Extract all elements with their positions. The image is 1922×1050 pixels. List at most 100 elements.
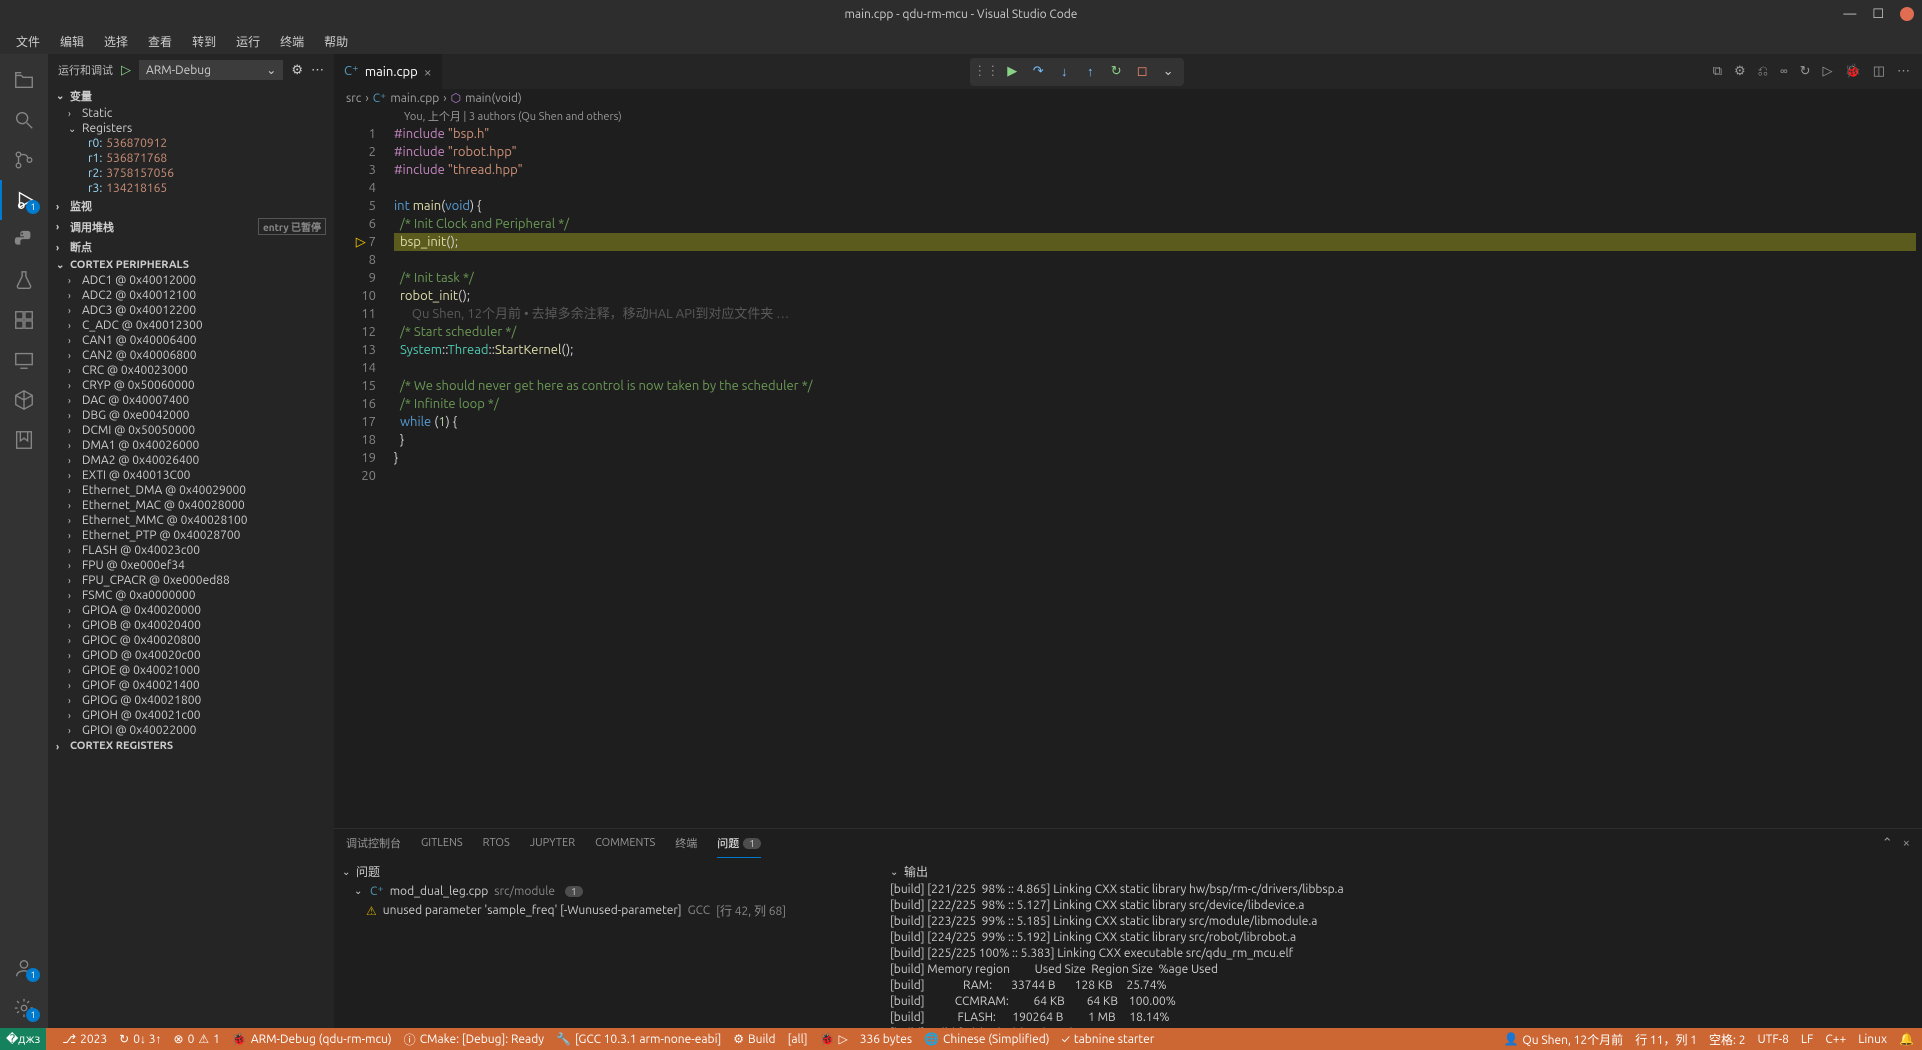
peripheral-item[interactable]: ›GPIOB @ 0x40020400 xyxy=(48,618,334,633)
panel-tab[interactable]: RTOS xyxy=(483,831,510,855)
peripheral-item[interactable]: ›GPIOI @ 0x40022000 xyxy=(48,723,334,738)
python-icon[interactable] xyxy=(0,220,48,260)
status-branch[interactable]: ⎇2023 xyxy=(62,1032,107,1046)
maximize-icon[interactable]: ☐ xyxy=(1872,7,1884,22)
peripheral-item[interactable]: ›FPU_CPACR @ 0xe000ed88 xyxy=(48,573,334,588)
panel-tab[interactable]: 问题1 xyxy=(717,829,761,858)
status-bytes[interactable]: 336 bytes xyxy=(860,1033,912,1046)
menu-item[interactable]: 查看 xyxy=(140,31,180,52)
register-item[interactable]: r2:3758157056 xyxy=(48,166,334,181)
bookmark-icon[interactable] xyxy=(0,420,48,460)
peripheral-item[interactable]: ›GPIOA @ 0x40020000 xyxy=(48,603,334,618)
tree-item[interactable]: ›Static xyxy=(48,106,334,121)
section-cortex-peripherals[interactable]: ⌄CORTEX PERIPHERALS xyxy=(48,257,334,273)
peripheral-item[interactable]: ›ADC1 @ 0x40012000 xyxy=(48,273,334,288)
restart-icon[interactable]: ↻ xyxy=(1104,60,1128,84)
status-run[interactable]: 🐞▷ xyxy=(820,1032,848,1046)
status-debug[interactable]: 🐞ARM-Debug (qdu-rm-mcu) xyxy=(232,1032,392,1046)
peripheral-item[interactable]: ›EXTI @ 0x40013C00 xyxy=(48,468,334,483)
stop-icon[interactable]: ◻ xyxy=(1130,60,1154,84)
problem-file[interactable]: ⌄ C⁺ mod_dual_leg.cpp src/module 1 xyxy=(342,882,874,900)
status-tabnine[interactable]: ✓tabnine starter xyxy=(1062,1033,1155,1046)
peripheral-item[interactable]: ›C_ADC @ 0x40012300 xyxy=(48,318,334,333)
peripheral-item[interactable]: ›DMA2 @ 0x40026400 xyxy=(48,453,334,468)
menu-item[interactable]: 终端 xyxy=(272,31,312,52)
section-breakpoints[interactable]: ›断点 xyxy=(48,237,334,257)
register-item[interactable]: r1:536871768 xyxy=(48,151,334,166)
cube-icon[interactable] xyxy=(0,380,48,420)
peripheral-item[interactable]: ›GPIOD @ 0x40020c00 xyxy=(48,648,334,663)
peripheral-item[interactable]: ›GPIOF @ 0x40021400 xyxy=(48,678,334,693)
play-icon[interactable]: ▷ xyxy=(121,63,131,78)
status-cmake[interactable]: ⓘCMake: [Debug]: Ready xyxy=(404,1031,544,1048)
continue-icon[interactable]: ▶ xyxy=(1000,60,1024,84)
peripheral-item[interactable]: ›GPIOG @ 0x40021800 xyxy=(48,693,334,708)
compass-icon[interactable]: ⧉ xyxy=(1713,64,1722,79)
peripheral-item[interactable]: ›GPIOC @ 0x40020800 xyxy=(48,633,334,648)
peripheral-item[interactable]: ›CRYP @ 0x50060000 xyxy=(48,378,334,393)
menu-item[interactable]: 帮助 xyxy=(316,31,356,52)
peripheral-item[interactable]: ›DAC @ 0x40007400 xyxy=(48,393,334,408)
remote-button[interactable]: �джз xyxy=(0,1028,46,1050)
menu-item[interactable]: 选择 xyxy=(96,31,136,52)
drag-handle-icon[interactable]: ⋮⋮ xyxy=(974,60,998,84)
tab-main-cpp[interactable]: C⁺ main.cpp × xyxy=(334,54,442,89)
source-control-icon[interactable] xyxy=(0,140,48,180)
run-debug-icon[interactable]: 1 xyxy=(0,180,48,220)
status-eol[interactable]: LF xyxy=(1801,1031,1813,1048)
panel-tab[interactable]: 调试控制台 xyxy=(346,829,401,857)
status-kit[interactable]: 🔧[GCC 10.3.1 arm-none-eabi] xyxy=(556,1032,721,1046)
run-icon[interactable]: ▷ xyxy=(1823,64,1833,79)
status-encoding[interactable]: UTF-8 xyxy=(1757,1031,1788,1048)
peripheral-item[interactable]: ›DCMI @ 0x50050000 xyxy=(48,423,334,438)
peripheral-item[interactable]: ›GPIOE @ 0x40021000 xyxy=(48,663,334,678)
chevron-down-icon[interactable]: ⌄ xyxy=(1156,60,1180,84)
step-out-icon[interactable]: ↑ xyxy=(1078,60,1102,84)
menu-item[interactable]: 转到 xyxy=(184,31,224,52)
peripheral-item[interactable]: ›CAN1 @ 0x40006400 xyxy=(48,333,334,348)
more-icon[interactable]: ⋯ xyxy=(311,63,324,78)
gear-icon[interactable]: ⚙ xyxy=(291,63,303,78)
status-bell-icon[interactable]: 🔔 xyxy=(1899,1031,1914,1048)
peripheral-item[interactable]: ›CAN2 @ 0x40006800 xyxy=(48,348,334,363)
status-sync[interactable]: ↻0↓ 3↑ xyxy=(119,1032,161,1046)
peripheral-item[interactable]: ›Ethernet_PTP @ 0x40028700 xyxy=(48,528,334,543)
peripheral-item[interactable]: ›FSMC @ 0xa0000000 xyxy=(48,588,334,603)
panel-tab[interactable]: GITLENS xyxy=(421,831,463,855)
debug-config-selector[interactable]: ARM-Debug ⌄ xyxy=(139,60,283,80)
peripheral-item[interactable]: ›FLASH @ 0x40023c00 xyxy=(48,543,334,558)
git-compare-icon[interactable]: ⎌ xyxy=(1758,64,1768,79)
status-blame[interactable]: 👤Qu Shen, 12个月前 xyxy=(1503,1031,1623,1048)
minimize-icon[interactable]: — xyxy=(1843,7,1856,22)
section-variables[interactable]: ⌄变量 xyxy=(48,86,334,106)
section-callstack[interactable]: ›调用堆栈entry 已暂停 xyxy=(48,216,334,237)
panel-maximize-icon[interactable]: ⌃ xyxy=(1882,836,1893,851)
register-item[interactable]: r3:134218165 xyxy=(48,181,334,196)
peripheral-item[interactable]: ›FPU @ 0xe000ef34 xyxy=(48,558,334,573)
breadcrumb[interactable]: src › C⁺ main.cpp › ⬡ main(void) xyxy=(334,89,1922,107)
extensions-icon[interactable] xyxy=(0,300,48,340)
peripheral-item[interactable]: ›ADC2 @ 0x40012100 xyxy=(48,288,334,303)
register-item[interactable]: r0:536870912 xyxy=(48,136,334,151)
status-target[interactable]: [all] xyxy=(788,1033,808,1046)
problems-header[interactable]: ⌄问题 xyxy=(342,861,874,882)
peripheral-item[interactable]: ›Ethernet_DMA @ 0x40029000 xyxy=(48,483,334,498)
status-problems[interactable]: ⊗0 ⚠1 xyxy=(174,1032,220,1046)
panel-tab[interactable]: JUPYTER xyxy=(530,831,575,855)
menu-item[interactable]: 编辑 xyxy=(52,31,92,52)
section-watch[interactable]: ›监视 xyxy=(48,196,334,216)
refresh-icon[interactable]: ↻ xyxy=(1800,64,1811,79)
split-icon[interactable]: ◫ xyxy=(1873,64,1885,79)
panel-tab[interactable]: COMMENTS xyxy=(595,831,655,855)
panel-tab[interactable]: 终端 xyxy=(675,829,697,857)
problem-item[interactable]: ⚠ unused parameter 'sample_freq' [-Wunus… xyxy=(342,900,874,921)
minimap[interactable] xyxy=(1916,125,1922,828)
search-icon[interactable] xyxy=(0,100,48,140)
status-build[interactable]: ⚙Build xyxy=(733,1032,775,1046)
more-icon[interactable]: ⋯ xyxy=(1897,64,1910,79)
peripheral-item[interactable]: ›Ethernet_MMC @ 0x40028100 xyxy=(48,513,334,528)
step-into-icon[interactable]: ↓ xyxy=(1052,60,1076,84)
peripheral-item[interactable]: ›CRC @ 0x40023000 xyxy=(48,363,334,378)
status-position[interactable]: 行 11，列 1 xyxy=(1635,1031,1697,1048)
tree-item[interactable]: ⌄Registers xyxy=(48,121,334,136)
